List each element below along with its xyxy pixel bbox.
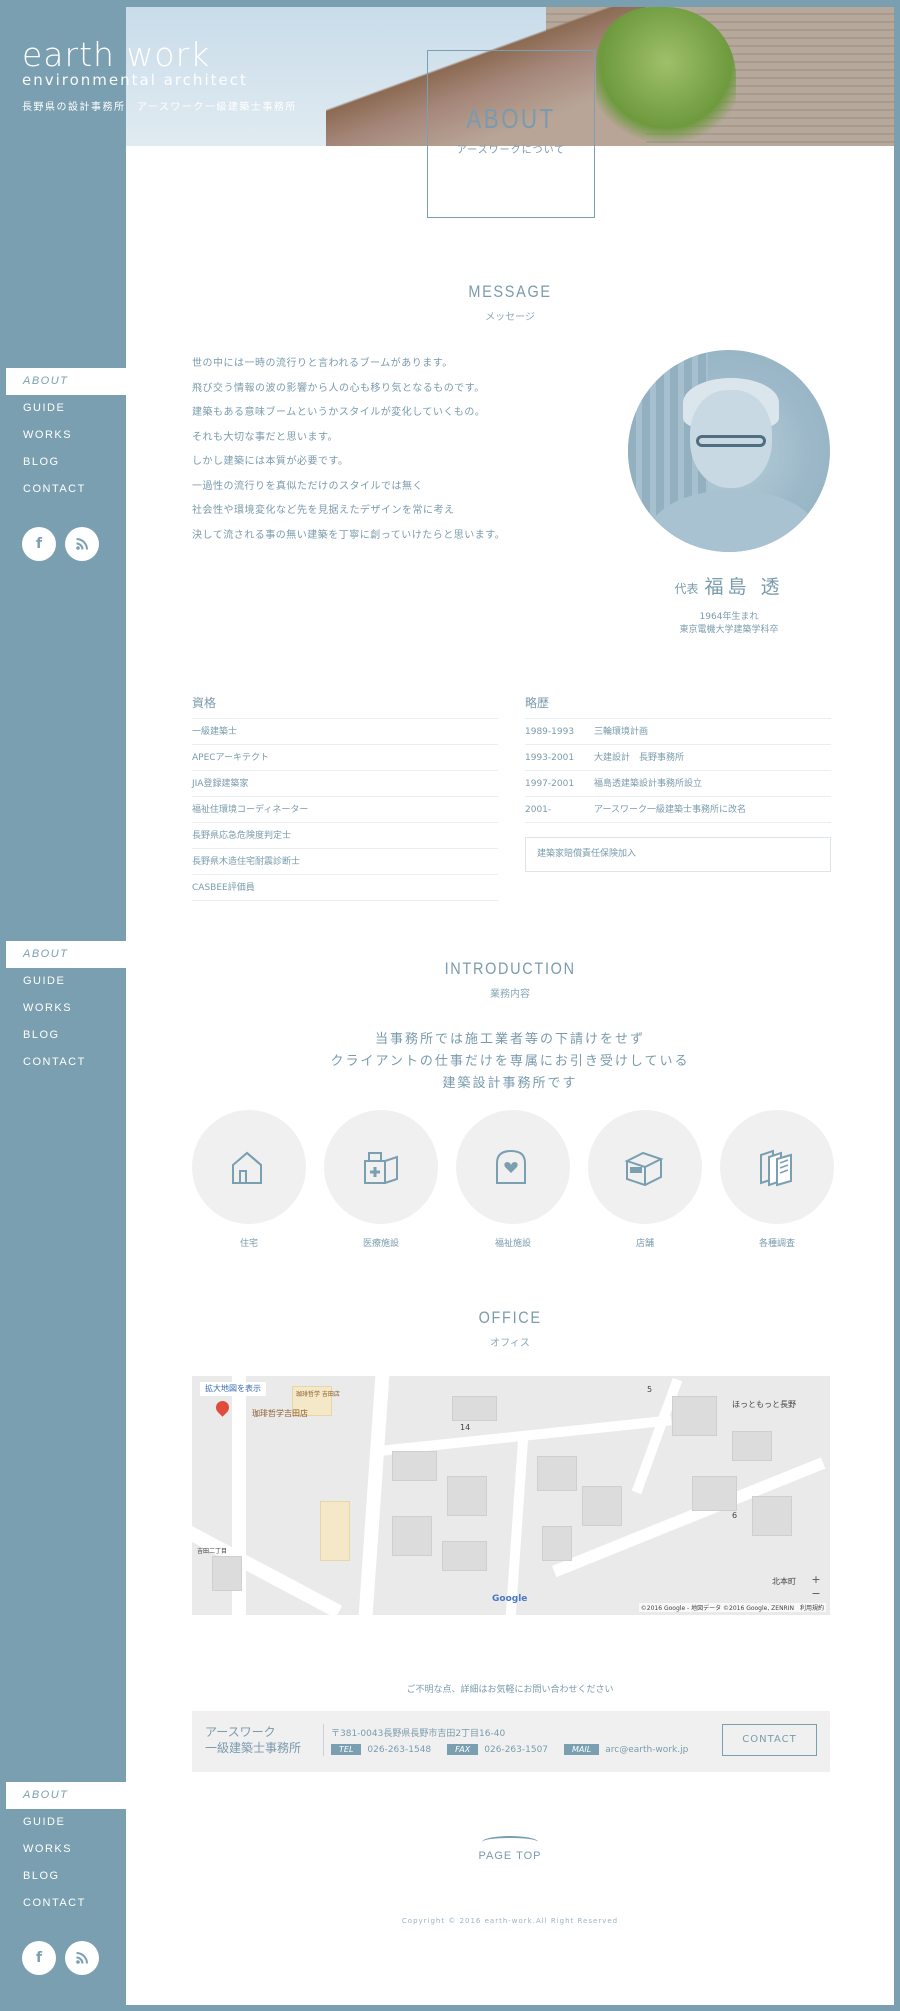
nav-about[interactable]: ABOUT (6, 368, 126, 395)
qualifications-title: 資格 (192, 694, 498, 719)
page-title: ABOUT (466, 103, 556, 134)
logo-title: earth work (22, 35, 211, 74)
nav-blog[interactable]: BLOG (0, 449, 126, 476)
logo-tagline: 長野県の設計事務所 アースワーク一級建築士事務所 (22, 102, 297, 113)
arc-up-icon (482, 1836, 538, 1848)
rep-role: 代表 (674, 582, 699, 596)
zoom-in-button[interactable]: + (808, 1573, 824, 1587)
enlarge-map-link[interactable]: 拡大地図を表示 (200, 1382, 266, 1396)
fax-number: 026-263-1507 (484, 1744, 549, 1755)
store-icon (624, 1151, 664, 1187)
zoom-out-button[interactable]: − (808, 1587, 824, 1601)
introduction-text: 当事務所では施工業者等の下請けをせず クライアントの仕事だけを専属にお引き受けし… (330, 1032, 690, 1091)
map-zoom-controls: + − (808, 1573, 824, 1601)
sidebar-nav-3: ABOUT GUIDE WORKS BLOG CONTACT (0, 1782, 126, 1917)
contact-numbers: TEL 026-263-1548 FAX 026-263-1507 MAIL arc@… (331, 1744, 704, 1755)
nav-guide[interactable]: GUIDE (0, 968, 126, 995)
list-item: JIA登録建築家 (192, 771, 498, 797)
list-item: CASBEE評価員 (192, 875, 498, 901)
main-content: ABOUT アースワークについて MESSAGE メッセージ 世の中には一時の流… (126, 7, 894, 2005)
list-item: 福祉住環境コーディネーター (192, 797, 498, 823)
contact-box: アースワーク 一級建築士事務所 〒381-0043長野県長野市吉田2丁目16-4… (192, 1711, 830, 1772)
insurance-note: 建築家賠償責任保険加入 (525, 837, 831, 872)
list-item: 2001- アースワーク一級建築士事務所に改名 (525, 797, 831, 823)
list-item: 長野県木造住宅耐震診断士 (192, 849, 498, 875)
list-item: 1997-2001 福島透建築設計事務所設立 (525, 771, 831, 797)
welfare-heart-icon (496, 1149, 526, 1184)
google-logo: Google (492, 1594, 528, 1604)
contact-button[interactable]: CONTACT (722, 1724, 817, 1756)
nav-blog[interactable]: BLOG (0, 1022, 126, 1049)
social-links-2: f (22, 1941, 99, 1975)
nav-works[interactable]: WORKS (0, 995, 126, 1022)
service-medical[interactable]: 医療施設 (324, 1110, 438, 1249)
nav-contact[interactable]: CONTACT (0, 476, 126, 503)
list-item: 1989-1993 三輪環境計画 (525, 719, 831, 745)
map-place-label: 珈琲哲学吉田店 (252, 1409, 308, 1418)
history-title: 略歴 (525, 694, 831, 719)
inquiry-text: ご不明な点、詳細はお気軽にお問い合わせください (406, 1685, 614, 1695)
history-list: 略歴 1989-1993 三輪環境計画 1993-2001 大建設計 長野事務所 1… (525, 694, 831, 872)
message-heading: MESSAGE メッセージ (468, 282, 552, 323)
nav-works[interactable]: WORKS (0, 1836, 126, 1863)
house-icon (232, 1151, 262, 1184)
message-text: 世の中には一時の流行りと言われるブームがあります。 飛び交う情報の波の影響から人… (192, 358, 506, 541)
page-title-box: ABOUT アースワークについて (427, 50, 595, 218)
rep-school: 東京電機大学建築学科卒 (679, 625, 779, 635)
rss-icon[interactable] (65, 1941, 99, 1975)
nav-about[interactable]: ABOUT (6, 941, 126, 968)
office-heading: OFFICE オフィス (478, 1308, 542, 1349)
rep-born: 1964年生まれ (699, 612, 759, 622)
sidebar-nav-2: ABOUT GUIDE WORKS BLOG CONTACT (0, 941, 126, 1076)
site-logo[interactable]: earth work environmental architect 長野県の設… (22, 35, 297, 114)
list-item: APECアーキテクト (192, 745, 498, 771)
qualifications-list: 資格 一級建築士 APECアーキテクト JIA登録建築家 福祉住環境コーディネー… (192, 694, 498, 901)
company-address: 〒381-0043長野県長野市吉田2丁目16-40 (331, 1729, 506, 1739)
page: earth work environmental architect 長野県の設… (0, 0, 900, 2011)
representative-photo (628, 350, 830, 552)
nav-works[interactable]: WORKS (0, 422, 126, 449)
sidebar-nav-1: ABOUT GUIDE WORKS BLOG CONTACT (0, 368, 126, 503)
office-map[interactable]: 拡大地図を表示 珈琲哲学吉田店 珈琲哲学 吉田店 ほっともっと長野 北本町 14… (192, 1376, 830, 1615)
nav-contact[interactable]: CONTACT (0, 1890, 126, 1917)
nav-guide[interactable]: GUIDE (0, 395, 126, 422)
representative-info: 代表 福島 透 1964年生まれ 東京電機大学建築学科卒 (628, 572, 830, 637)
facebook-icon[interactable]: f (22, 527, 56, 561)
services-list: 住宅 医療施設 福祉施設 店舗 各種調査 (192, 1110, 834, 1249)
company-name: アースワーク 一級建築士事務所 (205, 1724, 325, 1756)
tel-number: 026-263-1548 (367, 1744, 432, 1755)
service-housing[interactable]: 住宅 (192, 1110, 306, 1249)
mail-link[interactable]: arc@earth-work.jp (605, 1745, 688, 1755)
service-store[interactable]: 店舗 (588, 1110, 702, 1249)
nav-blog[interactable]: BLOG (0, 1863, 126, 1890)
rep-name: 福島 透 (704, 576, 784, 598)
map-pin-icon (213, 1398, 232, 1417)
service-welfare[interactable]: 福祉施設 (456, 1110, 570, 1249)
list-item: 1993-2001 大建設計 長野事務所 (525, 745, 831, 771)
logo-subtitle: environmental architect (22, 71, 248, 89)
service-survey[interactable]: 各種調査 (720, 1110, 834, 1249)
introduction-heading: INTRODUCTION 業務内容 (444, 959, 576, 1000)
page-top-button[interactable]: PAGE TOP (126, 1836, 894, 1862)
nav-about[interactable]: ABOUT (6, 1782, 126, 1809)
documents-icon (760, 1149, 792, 1187)
facebook-icon[interactable]: f (22, 1941, 56, 1975)
list-item: 一級建築士 (192, 719, 498, 745)
nav-guide[interactable]: GUIDE (0, 1809, 126, 1836)
rss-icon[interactable] (65, 527, 99, 561)
map-credit: ©2016 Google - 地図データ ©2016 Google, ZENRI… (638, 1603, 826, 1612)
hospital-icon (364, 1152, 398, 1184)
sidebar: earth work environmental architect 長野県の設… (0, 0, 295, 2011)
social-links-1: f (22, 527, 99, 561)
list-item: 長野県応急危険度判定士 (192, 823, 498, 849)
nav-contact[interactable]: CONTACT (0, 1049, 126, 1076)
page-subtitle: アースワークについて (456, 145, 566, 156)
copyright: Copyright © 2016 earth-work.All Right Re… (401, 1917, 619, 1925)
